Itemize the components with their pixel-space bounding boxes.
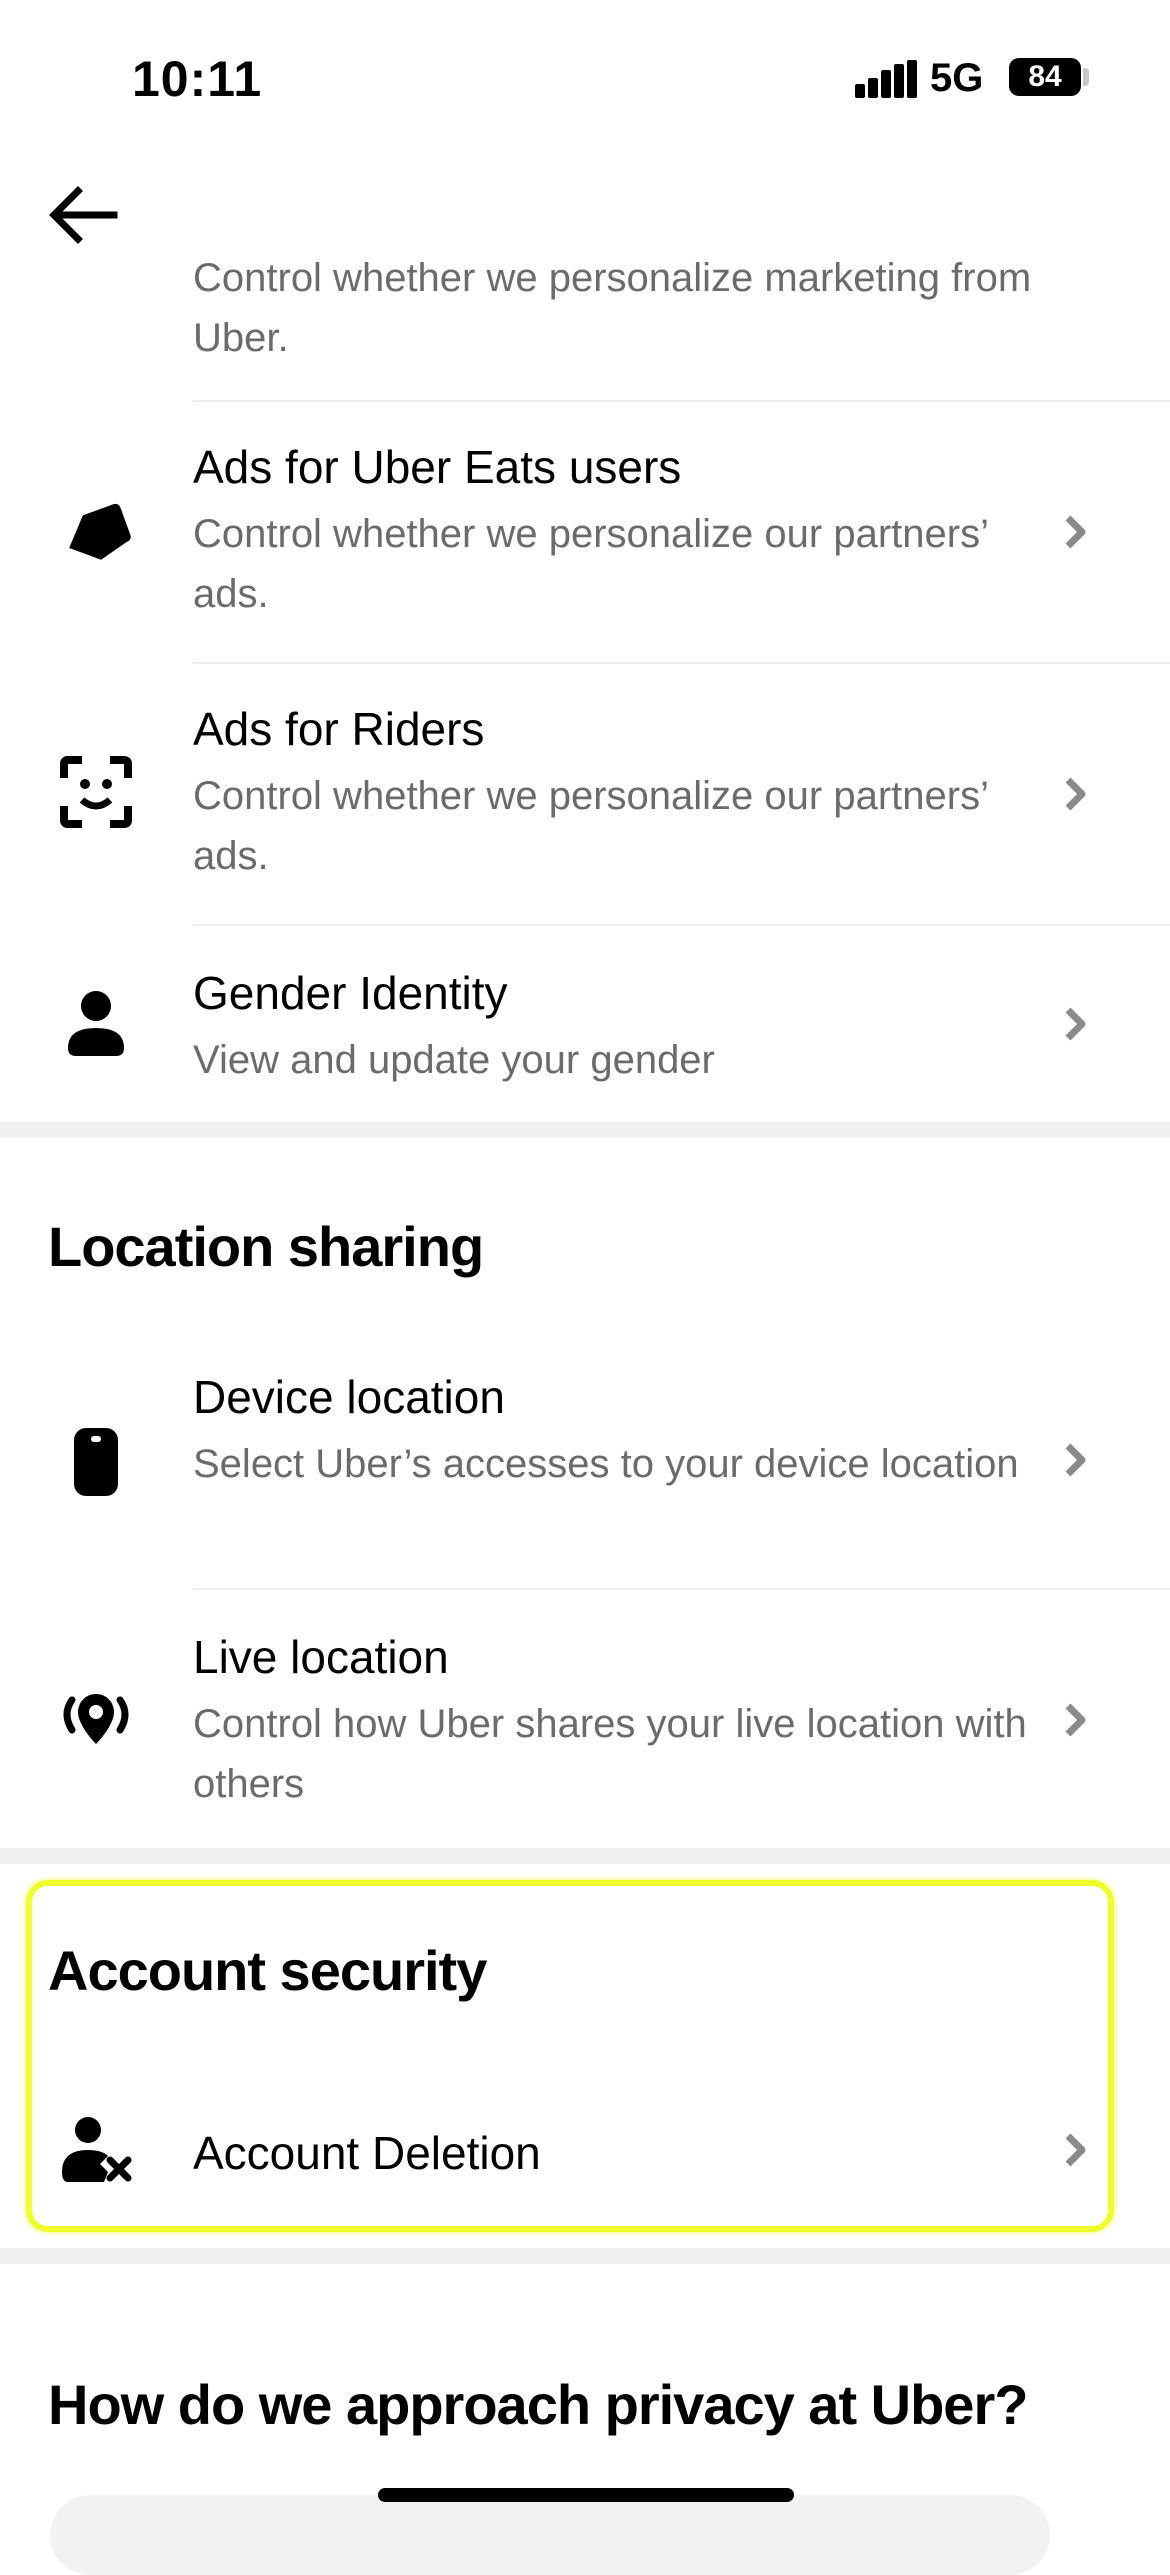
privacy-card[interactable]: [50, 2495, 1050, 2575]
list-item-ads-eats[interactable]: Ads for Uber Eats users Control whether …: [0, 402, 1170, 662]
section-separator: [0, 1122, 1170, 1138]
item-subtitle: View and update your gender: [193, 1038, 715, 1082]
section-separator: [0, 2248, 1170, 2264]
face-scan-icon: [60, 756, 132, 828]
chevron-right-icon: [1060, 774, 1090, 814]
home-indicator: [378, 2488, 794, 2502]
battery-icon: 84: [1009, 58, 1081, 96]
chevron-right-icon: [1060, 1004, 1090, 1044]
item-subtitle: Control whether we personalize our partn…: [193, 512, 988, 616]
item-subtitle: Select Uber’s accesses to your device lo…: [193, 1442, 1019, 1486]
list-item-device-location[interactable]: Device location Select Uber’s accesses t…: [0, 1330, 1170, 1588]
battery-tip: [1083, 68, 1089, 86]
item-title: Device location: [193, 1371, 505, 1423]
section-separator: [0, 1848, 1170, 1864]
network-label: 5G: [930, 56, 984, 100]
arrow-left-icon: [49, 186, 118, 244]
section-title-location-sharing: Location sharing: [48, 1215, 484, 1278]
item-title: Gender Identity: [193, 967, 508, 1019]
item-title: Live location: [193, 1631, 449, 1683]
item-subtitle: Control whether we personalize our partn…: [193, 774, 988, 878]
status-time: 10:11: [132, 51, 263, 107]
tag-icon: [60, 498, 132, 570]
item-title: Ads for Uber Eats users: [193, 441, 682, 493]
phone-device-icon: [60, 1426, 132, 1498]
marketing-item-partial[interactable]: Control whether we personalize marketing…: [0, 240, 1170, 400]
chevron-right-icon: [1060, 512, 1090, 552]
battery-level: 84: [1028, 60, 1062, 93]
item-title: Ads for Riders: [193, 703, 485, 755]
item-subtitle: Control how Uber shares your live locati…: [193, 1702, 1027, 1806]
status-bar: 10:11 5G 84: [0, 0, 1170, 150]
signal-icon: [855, 60, 917, 98]
person-icon: [60, 988, 132, 1060]
live-location-pin-icon: [60, 1684, 132, 1756]
section-title-privacy: How do we approach privacy at Uber?: [48, 2373, 1028, 2436]
list-item-live-location[interactable]: Live location Control how Uber shares yo…: [0, 1590, 1170, 1848]
chevron-right-icon: [1060, 1700, 1090, 1740]
list-item-ads-riders[interactable]: Ads for Riders Control whether we person…: [0, 664, 1170, 924]
chevron-right-icon: [1060, 1440, 1090, 1480]
highlight-box: [26, 1880, 1114, 2232]
list-item-gender-identity[interactable]: Gender Identity View and update your gen…: [0, 926, 1170, 1122]
marketing-subtitle: Control whether we personalize marketing…: [193, 256, 1032, 360]
